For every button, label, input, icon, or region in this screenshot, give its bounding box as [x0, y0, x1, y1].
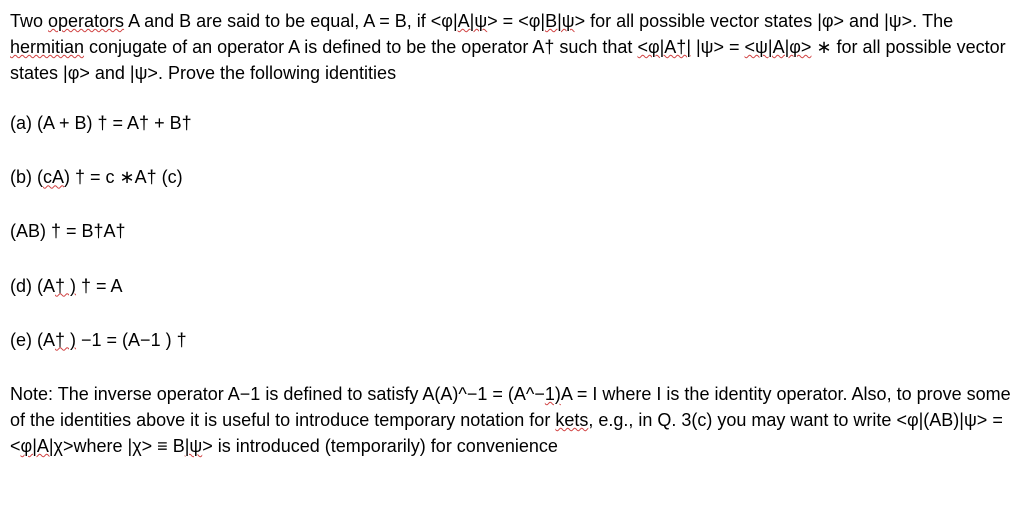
text: > = <φ| [487, 11, 545, 31]
underlined-fragment: cA [43, 167, 64, 187]
text: |ψ> = [691, 37, 745, 57]
underlined-fragment: † ) [55, 330, 76, 350]
underlined-fragment: |ψ [185, 436, 203, 456]
underlined-word-kets: kets [555, 410, 588, 430]
text: (e) (A [10, 330, 55, 350]
equation-a: (a) (A + B) † = A† + B† [10, 113, 192, 133]
underlined-word-operators: operators [48, 11, 124, 31]
text: A and B are said to be equal, A = B, if … [124, 11, 458, 31]
underlined-fragment: φ|A|χ [21, 436, 63, 456]
item-a: (a) (A + B) † = A† + B† [10, 110, 1014, 136]
text: −1 = (A−1 ) † [76, 330, 187, 350]
text: † = A [76, 276, 123, 296]
item-b: (b) (cA) † = c ∗A† (c) [10, 164, 1014, 190]
underlined-fragment: <φ|A†| [637, 37, 691, 57]
equation-c: (AB) † = B†A† [10, 221, 126, 241]
text: > is introduced (temporarily) for conven… [202, 436, 558, 456]
text: ) † = c ∗A† (c) [64, 167, 183, 187]
underlined-fragment: χ [132, 436, 141, 456]
item-e: (e) (A† ) −1 = (A−1 ) † [10, 327, 1014, 353]
underlined-fragment: B|ψ [545, 11, 575, 31]
item-c: (AB) † = B†A† [10, 218, 1014, 244]
text: (d) (A [10, 276, 55, 296]
intro-paragraph: Two operators A and B are said to be equ… [10, 8, 1014, 86]
text: Two [10, 11, 48, 31]
underlined-word-hermitian: hermitian [10, 37, 84, 57]
text: (b) ( [10, 167, 43, 187]
text: > for all possible vector states |φ> and… [575, 11, 954, 31]
underlined-fragment: † ) [55, 276, 76, 296]
text: Note: The inverse operator A−1 is define… [10, 384, 545, 404]
item-d: (d) (A† ) † = A [10, 273, 1014, 299]
note-paragraph: Note: The inverse operator A−1 is define… [10, 381, 1014, 459]
underlined-fragment: A|ψ [458, 11, 488, 31]
underlined-fragment: <ψ|A|φ> [745, 37, 812, 57]
text: >where | [63, 436, 132, 456]
text: > ≡ B [142, 436, 185, 456]
text: conjugate of an operator A is defined to… [84, 37, 637, 57]
underlined-fragment: 1) [545, 384, 561, 404]
